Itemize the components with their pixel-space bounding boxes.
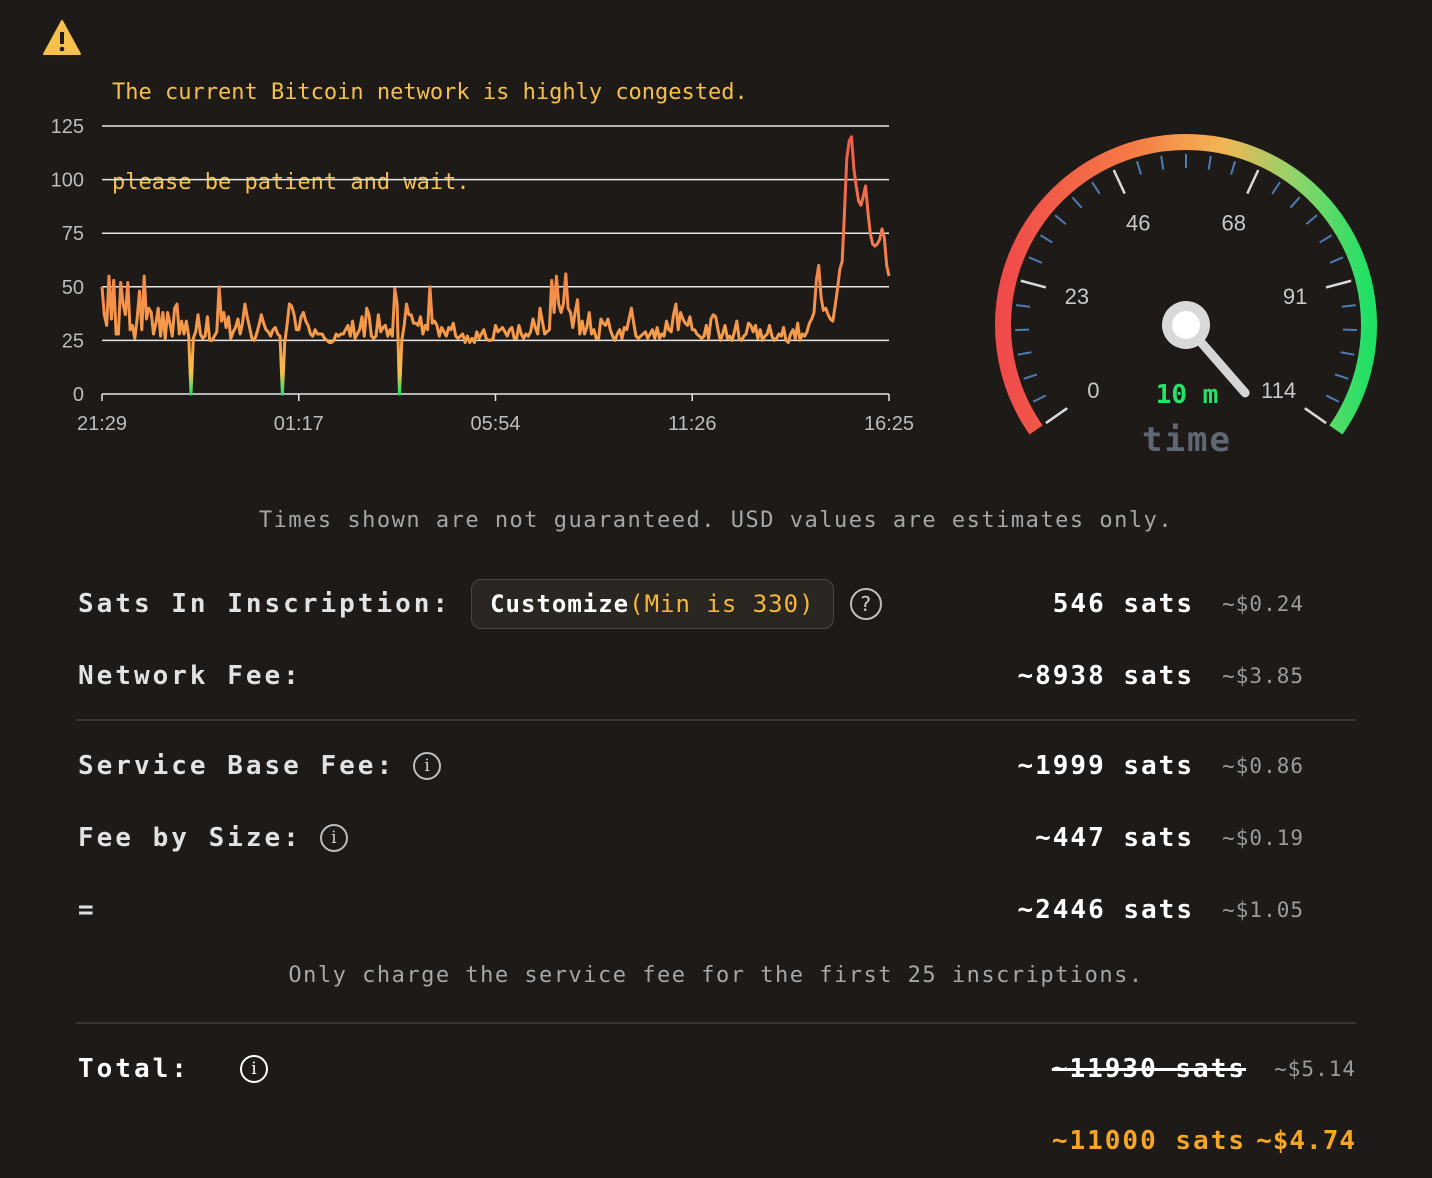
gauge-time-label: time: [1142, 420, 1232, 460]
y-tick-label: 75: [62, 223, 84, 245]
inscription-usd: ~$0.24: [1222, 592, 1304, 616]
gauge-tick-label: 114: [1261, 378, 1296, 403]
gauge-tick-label: 46: [1126, 211, 1150, 236]
gauge-major-tick: [1020, 279, 1047, 289]
total-old-sats: ~11930 sats: [1051, 1054, 1246, 1084]
estimate-disclaimer: Times shown are not guaranteed. USD valu…: [258, 508, 1174, 533]
gauge-minor-tick: [1071, 196, 1083, 209]
fee-rate-series-line: [100, 135, 891, 396]
gauge-minor-tick: [1289, 196, 1301, 209]
gauge-minor-tick: [1319, 234, 1333, 244]
network-fee-usd: ~$3.85: [1222, 664, 1304, 688]
y-tick-label: 50: [62, 277, 84, 299]
gauge-minor-tick: [1091, 181, 1101, 195]
fee-rate-chart: 0 25 50 75 100 125 21:29 01:17 05:54 11:26 16:25: [51, 116, 914, 435]
gauge-minor-tick: [1160, 155, 1165, 170]
sats-in-inscription-label: Sats In Inscription:: [78, 589, 452, 619]
gauge-tick-label: 68: [1222, 211, 1246, 236]
gauge-minor-tick: [1230, 160, 1237, 175]
y-tick-label: 125: [51, 116, 84, 138]
row-sats-in-inscription: Sats In Inscription: Customize (Min is 3…: [78, 579, 1304, 629]
gauge-minor-tick: [1028, 256, 1043, 264]
question-circle-icon[interactable]: ?: [849, 588, 882, 620]
gauge-minor-tick: [1305, 214, 1318, 225]
network-fee-sats: ~8938 sats: [1017, 661, 1194, 691]
total-old-usd: ~$5.14: [1274, 1057, 1356, 1081]
x-tick-label: 21:29: [77, 413, 127, 435]
info-circle-icon[interactable]: i: [319, 824, 348, 852]
info-circle-icon[interactable]: i: [239, 1055, 268, 1083]
row-service-base-fee: Service Base Fee: i ~1999 sats ~$0.86: [78, 746, 1304, 786]
gauge-major-tick: [1304, 407, 1327, 425]
gauge-minor-tick: [1340, 351, 1355, 356]
x-tick-label: 01:17: [274, 413, 324, 435]
service-subtotal-sats: ~2446 sats: [1017, 895, 1194, 925]
gauge-major-tick: [1246, 169, 1260, 195]
gauge-minor-tick: [1023, 373, 1038, 380]
gauge-minor-tick: [1341, 304, 1356, 308]
gauge-minor-tick: [1032, 394, 1047, 403]
row-network-fee: Network Fee: ~8938 sats ~$3.85: [78, 656, 1304, 696]
gauge-time-value: 10 m: [1155, 380, 1219, 410]
warning-triangle-icon: [43, 20, 81, 55]
x-tick-label: 11:26: [668, 413, 717, 435]
divider: [76, 719, 1356, 721]
equals-label: =: [78, 895, 97, 925]
gauge-minor-tick: [1334, 373, 1349, 380]
gauge-minor-tick: [1017, 351, 1032, 356]
gauge-tick-label: 0: [1087, 378, 1099, 403]
gauge-tick-label: 23: [1065, 284, 1089, 309]
service-base-fee-usd: ~$0.86: [1222, 754, 1304, 778]
row-service-subtotal: = ~2446 sats ~$1.05: [78, 890, 1304, 930]
total-new-usd: ~$4.74: [1256, 1126, 1356, 1156]
y-tick-label: 0: [73, 384, 84, 406]
gauge-minor-tick: [1271, 181, 1281, 195]
gauge-minor-tick: [1054, 214, 1067, 225]
divider: [76, 1022, 1356, 1024]
row-total-discounted: ~11000 sats ~$4.74: [78, 1121, 1356, 1161]
gauge-minor-tick: [1039, 234, 1053, 244]
y-tick-label: 100: [51, 170, 84, 192]
row-fee-by-size: Fee by Size: i ~447 sats ~$0.19: [78, 818, 1304, 858]
total-new-sats: ~11000 sats: [1051, 1126, 1246, 1156]
inscription-sats: 546 sats: [1052, 589, 1194, 619]
service-base-fee-sats: ~1999 sats: [1017, 751, 1194, 781]
gauge-minor-tick: [1325, 394, 1340, 403]
row-total: Total: i ~11930 sats ~$5.14: [78, 1049, 1356, 1089]
fee-by-size-sats: ~447 sats: [1035, 823, 1194, 853]
total-label: Total:: [78, 1054, 190, 1084]
gauge-major-tick: [1325, 279, 1352, 289]
network-fee-label: Network Fee:: [78, 661, 302, 691]
fee-by-size-usd: ~$0.19: [1222, 826, 1304, 850]
x-tick-label: 05:54: [470, 413, 520, 435]
service-fee-note: Only charge the service fee for the firs…: [288, 963, 1144, 988]
gauge-minor-tick: [1329, 256, 1344, 264]
fee-by-size-label: Fee by Size:: [78, 823, 302, 853]
gauge-minor-tick: [1016, 304, 1031, 308]
gauge-minor-tick: [1207, 155, 1212, 170]
customize-min: (Min is 330): [629, 590, 815, 618]
service-subtotal-usd: ~$1.05: [1222, 898, 1304, 922]
customize-label: Customize: [490, 590, 630, 618]
gauge-hub-center: [1172, 311, 1200, 339]
service-base-fee-label: Service Base Fee:: [78, 751, 396, 781]
customize-button[interactable]: Customize (Min is 330): [471, 579, 834, 629]
gauge-major-tick: [1112, 169, 1126, 195]
y-tick-label: 25: [62, 330, 84, 352]
gauge-minor-tick: [1135, 160, 1142, 175]
info-circle-icon[interactable]: i: [413, 752, 442, 780]
gauge-major-tick: [1045, 407, 1068, 425]
x-tick-label: 16:25: [864, 413, 914, 435]
gauge-tick-label: 91: [1283, 284, 1307, 309]
